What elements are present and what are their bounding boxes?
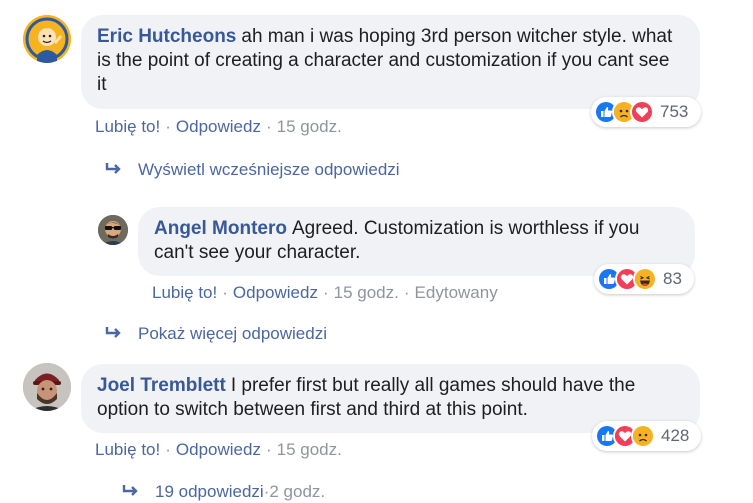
separator: ·: [265, 440, 272, 459]
separator: ·: [222, 283, 228, 302]
reaction-count: 83: [663, 269, 682, 288]
replies-count-link[interactable]: 19 odpowiedzi·2 godz.: [121, 482, 325, 503]
haha-icon: [633, 267, 657, 291]
reply-arrow-icon: [104, 161, 126, 181]
sad-icon: [631, 424, 655, 448]
separator: ·: [165, 440, 171, 459]
view-earlier-replies-link[interactable]: Wyświetl wcześniejsze odpowiedzi: [104, 160, 400, 181]
comment-author[interactable]: Angel Montero: [154, 218, 287, 239]
avatar[interactable]: [23, 15, 71, 63]
timestamp[interactable]: 15 godz.: [277, 117, 342, 136]
separator: ·: [165, 117, 171, 136]
separator: ·: [265, 117, 272, 136]
avatar[interactable]: [98, 215, 128, 245]
edited-label[interactable]: Edytowany: [415, 283, 498, 302]
view-earlier-replies-label[interactable]: Wyświetl wcześniejsze odpowiedzi: [138, 160, 400, 179]
vault-boy-avatar-icon: [23, 15, 71, 63]
avatar[interactable]: [23, 363, 71, 411]
reply-arrow-icon: [121, 483, 143, 503]
show-more-replies-link[interactable]: Pokaż więcej odpowiedzi: [104, 324, 327, 345]
love-icon: [630, 100, 654, 124]
reactions-summary[interactable]: 753: [591, 97, 701, 127]
comment-actions: Lubię to! · Odpowiedz · 15 godz.: [95, 440, 342, 460]
comment-bubble: Eric Hutcheons ah man i was hoping 3rd pe…: [81, 15, 700, 109]
comment-actions: Lubię to! · Odpowiedz · 15 godz.: [95, 117, 342, 137]
replies-time: 2 godz.: [269, 482, 326, 501]
joel-avatar-icon: [23, 363, 71, 411]
like-link[interactable]: Lubię to!: [152, 283, 217, 302]
angel-avatar-icon: [98, 215, 128, 245]
separator: ·: [322, 283, 329, 302]
reply-arrow-icon: [104, 325, 126, 345]
replies-count-label[interactable]: 19 odpowiedzi: [155, 482, 264, 501]
timestamp[interactable]: 15 godz.: [334, 283, 399, 302]
comment-author[interactable]: Joel Tremblett: [97, 375, 226, 396]
like-link[interactable]: Lubię to!: [95, 117, 160, 136]
reply-link[interactable]: Odpowiedz: [233, 283, 318, 302]
reply-link[interactable]: Odpowiedz: [176, 117, 261, 136]
comment-actions: Lubię to! · Odpowiedz · 15 godz. · Edytowany: [152, 283, 498, 303]
reaction-count: 428: [661, 426, 690, 445]
reaction-count: 753: [660, 102, 689, 121]
show-more-replies-label[interactable]: Pokaż więcej odpowiedzi: [138, 324, 327, 343]
reply-link[interactable]: Odpowiedz: [176, 440, 261, 459]
reactions-summary[interactable]: 428: [592, 421, 701, 451]
timestamp[interactable]: 15 godz.: [277, 440, 342, 459]
comment-author[interactable]: Eric Hutcheons: [97, 26, 236, 47]
reactions-summary[interactable]: 83: [594, 264, 694, 294]
separator: ·: [403, 283, 410, 302]
like-link[interactable]: Lubię to!: [95, 440, 160, 459]
